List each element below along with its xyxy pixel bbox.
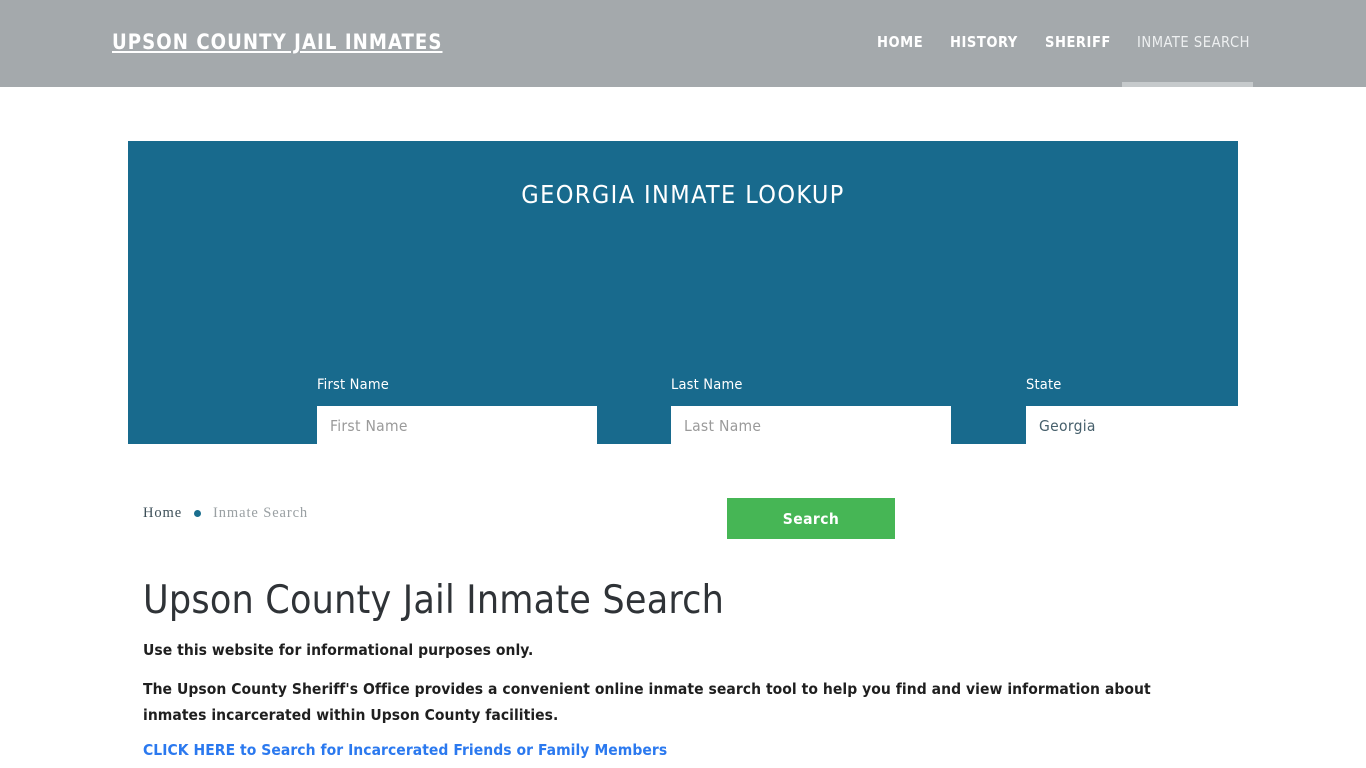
first-name-input[interactable]: [317, 406, 597, 446]
description-paragraph: The Upson County Sheriff's Office provid…: [143, 680, 1151, 724]
nav-active-indicator: [1122, 82, 1253, 87]
breadcrumb-item-home[interactable]: Home: [143, 505, 182, 522]
site-brand-logo[interactable]: UPSON COUNTY JAIL INMATES: [112, 30, 442, 54]
last-name-input[interactable]: [671, 406, 951, 446]
field-group-state: State: [1026, 377, 1306, 446]
field-group-last-name: Last Name: [671, 377, 951, 446]
last-name-label: Last Name: [671, 377, 743, 393]
search-inmates-cta-link[interactable]: CLICK HERE to Search for Incarcerated Fr…: [143, 741, 667, 759]
inmate-lookup-panel: GEORGIA INMATE LOOKUP First Name Last Na…: [128, 141, 1306, 539]
state-label: State: [1026, 377, 1062, 393]
page-title: Upson County Jail Inmate Search: [143, 578, 725, 623]
nav-item-inmate-search[interactable]: INMATE SEARCH: [1137, 33, 1250, 51]
search-button[interactable]: Search: [727, 498, 895, 539]
nav-item-history[interactable]: HISTORY: [950, 33, 1018, 51]
disclaimer-paragraph: Use this website for informational purpo…: [143, 641, 534, 659]
field-group-first-name: First Name: [317, 377, 597, 446]
nav-item-home[interactable]: HOME: [877, 33, 923, 51]
nav-item-sheriff[interactable]: SHERIFF: [1045, 33, 1111, 51]
lookup-panel-title: GEORGIA INMATE LOOKUP: [521, 180, 845, 209]
main-navigation: HOME HISTORY SHERIFF INMATE SEARCH: [877, 33, 1254, 51]
breadcrumb-separator-dot-icon: [194, 510, 202, 517]
breadcrumb-item-current: Inmate Search: [213, 505, 309, 521]
breadcrumb: Home Inmate Search: [143, 505, 308, 522]
site-header: UPSON COUNTY JAIL INMATES HOME HISTORY S…: [0, 0, 1366, 87]
first-name-label: First Name: [317, 377, 389, 393]
state-input[interactable]: [1026, 406, 1306, 446]
